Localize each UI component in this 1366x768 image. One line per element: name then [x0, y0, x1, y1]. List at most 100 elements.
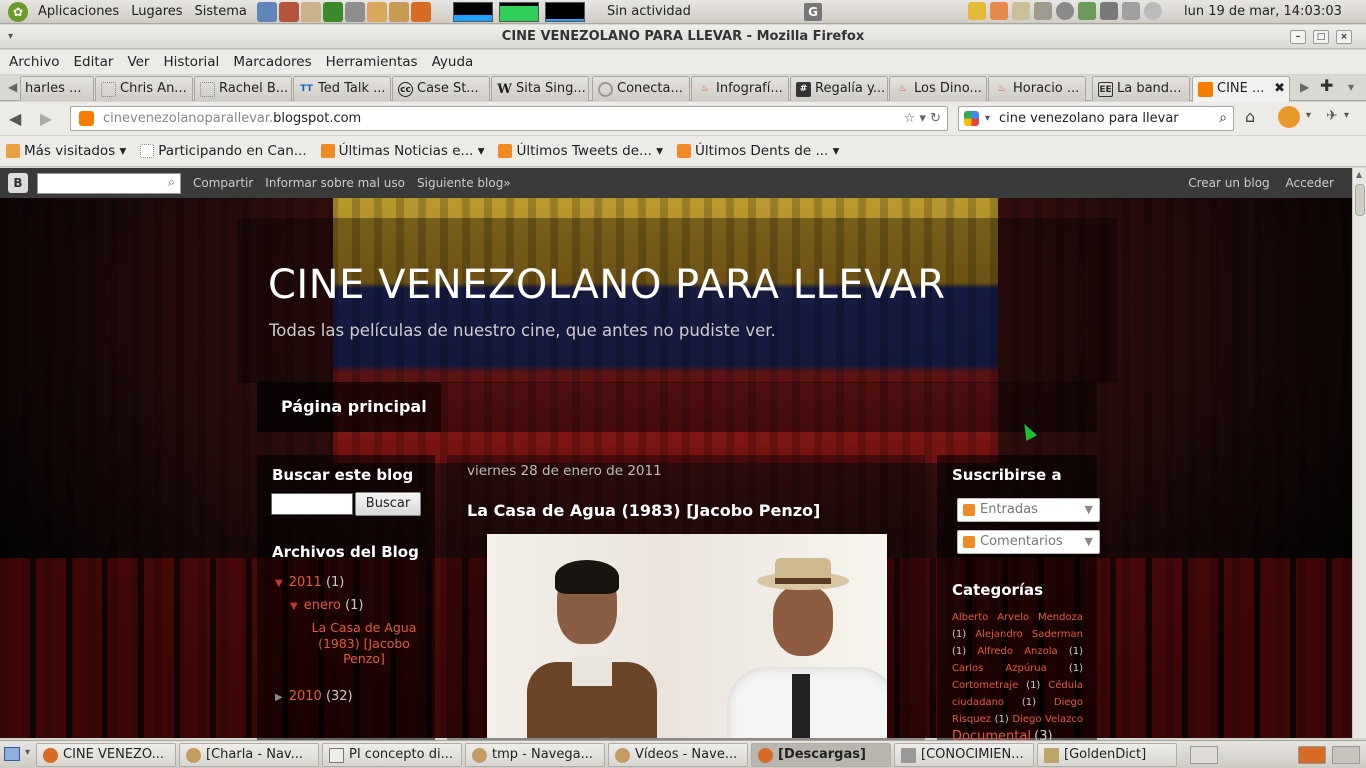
- archive-year-link[interactable]: 2010: [289, 689, 322, 704]
- scrollbar-thumb[interactable]: [1355, 184, 1365, 216]
- taskbar-item[interactable]: PI concepto di...: [322, 743, 462, 767]
- bookmark-participando[interactable]: Participando en Can...: [140, 143, 307, 159]
- tab[interactable]: TT Ted Talk ...: [293, 76, 391, 101]
- taskbar-item[interactable]: [Charla - Nav...: [179, 743, 319, 767]
- tab[interactable]: Chris An...: [95, 76, 193, 101]
- archive-month-link[interactable]: enero: [304, 598, 341, 613]
- taskbar-item[interactable]: [CONOCIMIEN...: [894, 743, 1034, 767]
- show-desktop-icon[interactable]: [4, 747, 20, 761]
- search-input[interactable]: cine venezolano para llevar: [999, 111, 1179, 126]
- menu-archivo[interactable]: Archivo: [2, 54, 66, 70]
- reload-icon[interactable]: ↻: [930, 111, 941, 126]
- extension-icon[interactable]: ✈: [1326, 108, 1338, 124]
- tab[interactable]: W Sita Sing...: [491, 76, 589, 101]
- search-bar[interactable]: ▾ cine venezolano para llevar ⌕: [958, 106, 1234, 131]
- tab-home[interactable]: Página principal: [257, 382, 441, 432]
- taskbar-item[interactable]: CINE VENEZO...: [36, 743, 176, 767]
- report-abuse-link[interactable]: Informar sobre mal uso: [265, 176, 405, 190]
- search-icon[interactable]: ⌕: [168, 175, 175, 190]
- forward-icon[interactable]: ▶: [40, 109, 52, 128]
- tab[interactable]: ♨ Infografí...: [691, 76, 789, 101]
- category-link[interactable]: Alfredo Anzola: [977, 646, 1057, 657]
- tab[interactable]: # Regalía y...: [790, 76, 888, 101]
- tab-active[interactable]: CINE ... ✖: [1192, 76, 1290, 102]
- minimize-button[interactable]: –: [1290, 30, 1306, 44]
- category-link[interactable]: Alejandro Saderman: [975, 629, 1083, 640]
- launcher-icon[interactable]: [278, 1, 299, 22]
- menu-herramientas[interactable]: Herramientas: [319, 54, 425, 70]
- bookmark-ultimas-noticias[interactable]: Últimas Noticias e... ▾: [320, 143, 484, 159]
- bookmark-most-visited[interactable]: Más visitados ▾: [6, 143, 126, 159]
- category-link[interactable]: Diego Velazco: [1012, 714, 1083, 725]
- launcher-icon[interactable]: [344, 1, 365, 22]
- bookmark-star-icon[interactable]: ☆: [904, 111, 916, 126]
- archive-month-enero[interactable]: ▼ enero (1): [290, 598, 364, 613]
- menu-historial[interactable]: Historial: [156, 54, 226, 70]
- blog-search-input[interactable]: [271, 493, 353, 515]
- maximize-button[interactable]: □: [1313, 30, 1329, 44]
- archive-year-2011[interactable]: ▼ 2011 (1): [275, 575, 344, 590]
- launcher-icon[interactable]: [300, 1, 321, 22]
- menu-applications[interactable]: Aplicaciones: [32, 4, 125, 19]
- create-blog-link[interactable]: Crear un blog: [1188, 176, 1269, 190]
- tray-icon[interactable]: [1012, 2, 1030, 20]
- tab-scroll-right-icon[interactable]: ▶: [1300, 80, 1309, 94]
- window-titlebar[interactable]: ▾ CINE VENEZOLANO PARA LLEVAR - Mozilla …: [0, 25, 1366, 49]
- category-link[interactable]: Carlos Azpúrua: [952, 663, 1047, 674]
- blog-search-button[interactable]: Buscar: [355, 492, 421, 516]
- search-icon[interactable]: ⌕: [1219, 107, 1227, 130]
- tray-icon[interactable]: [968, 2, 986, 20]
- tab[interactable]: EE La band...: [1092, 76, 1190, 101]
- firefox-launcher-icon[interactable]: [410, 1, 431, 22]
- workspace-switcher-3[interactable]: [1332, 746, 1360, 764]
- home-icon[interactable]: ⌂: [1245, 109, 1263, 125]
- home-folder-icon[interactable]: [366, 1, 387, 22]
- extension-dropdown-icon[interactable]: ▾: [1344, 110, 1349, 121]
- bookmark-ultimos-dents[interactable]: Últimos Dents de ... ▾: [677, 143, 839, 159]
- network-icon[interactable]: [1078, 2, 1096, 20]
- google-icon[interactable]: [964, 111, 979, 126]
- category-link[interactable]: Alberto Arvelo Mendoza: [952, 612, 1083, 623]
- film-still-image[interactable]: [487, 534, 887, 738]
- battery-icon[interactable]: [1100, 2, 1118, 20]
- url-dropdown-icon[interactable]: ▾: [919, 111, 926, 126]
- gnome-foot-icon[interactable]: ✿: [8, 1, 28, 22]
- blog-title[interactable]: CINE VENEZOLANO PARA LLEVAR: [268, 262, 946, 308]
- feed-comments-dropdown[interactable]: Comentarios ▼: [957, 530, 1100, 554]
- window-menu-icon[interactable]: ▾: [8, 25, 13, 49]
- close-tab-icon[interactable]: ✖: [1274, 77, 1285, 101]
- post-title[interactable]: La Casa de Agua (1983) [Jacobo Penzo]: [467, 501, 820, 520]
- menu-marcadores[interactable]: Marcadores: [226, 54, 318, 70]
- settings-icon[interactable]: [1056, 2, 1074, 20]
- taskbar-item[interactable]: tmp - Navega...: [465, 743, 605, 767]
- tab[interactable]: ♨ Los Dino...: [889, 76, 987, 101]
- expanded-triangle-icon[interactable]: ▼: [290, 601, 298, 612]
- back-icon[interactable]: ◀: [9, 109, 21, 128]
- folder-icon[interactable]: [388, 1, 409, 22]
- blogger-search-input[interactable]: ⌕: [37, 172, 181, 194]
- archive-post-link[interactable]: La Casa de Agua (1983) [Jacobo Penzo]: [304, 620, 424, 667]
- blogger-logo-icon[interactable]: B: [8, 173, 28, 193]
- search-engine-dropdown-icon[interactable]: ▾: [985, 107, 990, 130]
- menu-ayuda[interactable]: Ayuda: [425, 54, 481, 70]
- tray-icon[interactable]: [990, 2, 1008, 20]
- tab-list-icon[interactable]: ▾: [1348, 80, 1354, 94]
- url-bar[interactable]: cinevenezolanoparallevar.blogspot.com ☆ …: [70, 106, 948, 131]
- brightness-icon[interactable]: [1144, 2, 1162, 20]
- taskbar-item-active[interactable]: [Descargas]: [751, 743, 891, 767]
- clock[interactable]: lun 19 de mar, 14:03:03: [1184, 4, 1342, 19]
- tray-icon[interactable]: [1034, 2, 1052, 20]
- feed-posts-dropdown[interactable]: Entradas ▼: [957, 498, 1100, 522]
- addon-dropdown-icon[interactable]: ▾: [1306, 110, 1311, 121]
- tab-scroll-left-icon[interactable]: ◀: [8, 80, 17, 94]
- archive-year-link[interactable]: 2011: [289, 575, 322, 590]
- menu-places[interactable]: Lugares: [125, 4, 188, 19]
- tab[interactable]: ♨ Horacio ...: [988, 76, 1086, 101]
- next-blog-link[interactable]: Siguiente blog»: [417, 176, 511, 190]
- workspace-switcher-2[interactable]: [1298, 746, 1326, 764]
- menu-ver[interactable]: Ver: [120, 54, 156, 70]
- category-link[interactable]: Cortometraje: [952, 680, 1018, 691]
- collapsed-triangle-icon[interactable]: ▶: [275, 692, 283, 703]
- tab[interactable]: Conecta...: [592, 76, 690, 101]
- page-scrollbar[interactable]: ▲: [1352, 168, 1366, 738]
